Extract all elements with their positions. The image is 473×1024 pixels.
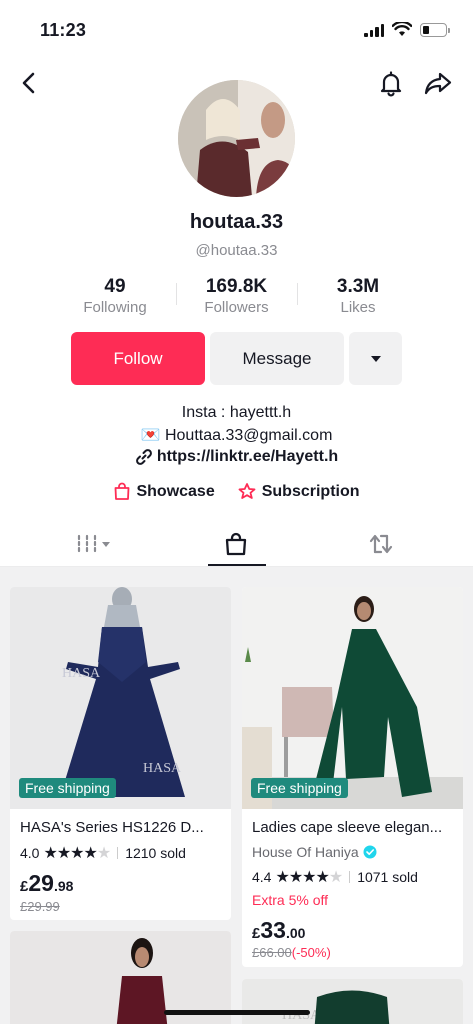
product-card[interactable]: HASA HASA Free shipping HASA's Series HS… [10,587,231,920]
stat-divider [176,283,177,305]
followers-label: Followers [204,299,269,316]
following-count: 49 [104,276,126,297]
product-grid: HASA HASA Free shipping HASA's Series HS… [0,567,473,1024]
original-price: £66.00(-50%) [252,945,331,960]
bio-line-email: 💌 Houttaa.33@gmail.com [0,424,473,447]
wifi-icon [392,22,412,36]
caret-down-icon [370,355,381,362]
status-time: 11:23 [40,20,87,40]
product-rating: 4.4 ★★★★★ 1071 sold [252,867,418,887]
shopping-bag-icon [115,482,130,500]
notifications-button[interactable] [376,68,406,98]
stat-divider [297,283,298,305]
sold-count: 1071 sold [357,869,418,885]
original-price: £29.99 [20,899,60,914]
product-price: £ 33 .00 [252,917,306,943]
svg-text:HASA: HASA [143,761,182,776]
showcase-label: Showcase [136,482,215,500]
stat-followers[interactable]: 169.8K Followers [177,276,297,316]
status-icons [364,22,450,37]
bio-email: Houttaa.33@gmail.com [164,427,333,444]
back-button[interactable] [14,68,44,98]
extra-discount: Extra 5% off [252,892,329,908]
product-card[interactable]: Free shipping Ladies cape sleeve elegan.… [242,587,463,967]
envelope-heart-icon: 💌 [140,427,161,444]
follow-button[interactable]: Follow [71,332,205,385]
bio-link-text: https://linktr.ee/Hayett.h [156,448,339,465]
following-label: Following [83,299,147,316]
user-handle: @houtaa.33 [195,242,278,259]
profile-features: Showcase Subscription [0,482,473,501]
star-rating-icon: ★★★★★ [43,845,111,862]
svg-text:HASA: HASA [62,666,101,681]
product-image: HASA [242,979,463,1024]
stat-following[interactable]: 49 Following [60,276,170,316]
profile-stats: 49 Following 169.8K Followers 3.3M Likes [60,276,413,316]
profile-tabs [0,521,473,567]
profile-actions: Follow Message [71,332,402,385]
shopping-bag-icon [225,532,247,555]
likes-label: Likes [340,299,376,316]
product-card[interactable]: HASA [242,979,463,1024]
battery-icon [420,22,450,37]
tab-reposts[interactable] [350,521,412,566]
bio-link[interactable]: https://linktr.ee/Hayett.h [0,448,473,466]
followers-count: 169.8K [205,276,268,297]
showcase-link[interactable]: Showcase [113,482,215,501]
free-shipping-badge: Free shipping [19,778,116,798]
verified-badge-icon [363,845,377,859]
free-shipping-badge: Free shipping [251,778,348,798]
product-rating: 4.0 ★★★★★ 1210 sold [20,843,186,863]
star-rating-icon: ★★★★★ [275,869,343,886]
subscription-star-icon [238,483,256,499]
status-bar: 11:23 [0,0,473,58]
message-button[interactable]: Message [210,332,344,385]
share-button[interactable] [422,68,454,98]
product-title: HASA's Series HS1226 D... [20,819,204,836]
tab-videos[interactable] [50,521,140,566]
stat-likes[interactable]: 3.3M Likes [303,276,413,316]
home-indicator [164,1010,310,1015]
repost-icon [369,534,393,553]
rating-value: 4.4 [252,869,272,885]
cellular-signal-icon [364,23,384,37]
product-price: £ 29 .98 [20,870,74,896]
profile-bio: Insta : hayettt.h 💌 Houttaa.33@gmail.com [0,401,473,447]
subscription-label: Subscription [261,482,360,500]
username: houtaa.33 [189,211,284,233]
avatar-photo [178,80,295,197]
link-icon [135,449,152,465]
product-image [242,587,463,809]
rating-value: 4.0 [20,845,40,861]
product-title: Ladies cape sleeve elegan... [252,819,443,836]
active-tab-indicator [208,564,266,566]
more-options-button[interactable] [349,332,402,385]
profile-avatar[interactable] [178,80,295,197]
product-image: HASA HASA [10,587,231,809]
sold-count: 1210 sold [125,845,186,861]
likes-count: 3.3M [336,276,380,297]
tab-shop[interactable] [206,521,266,566]
share-arrow-icon [424,72,452,95]
subscription-link[interactable]: Subscription [237,482,360,501]
bio-line-insta: Insta : hayettt.h [181,404,292,421]
videos-grid-icon [77,534,110,553]
chevron-left-icon [22,72,35,94]
store-name[interactable]: House Of Haniya [252,844,377,860]
bell-icon [380,71,402,97]
